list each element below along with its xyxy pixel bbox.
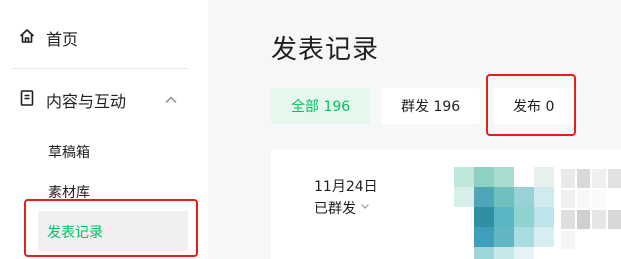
chevron-up-icon[interactable] [162,91,180,113]
sidebar-group-content[interactable]: 内容与互动 [18,87,184,113]
record-status-label: 已群发 [314,201,356,217]
sidebar-item-materials[interactable]: 素材库 [48,182,90,202]
tab-all[interactable]: 全部 196 [271,88,371,124]
record-status-dropdown[interactable]: 已群发 [314,198,371,218]
publish-record-card: 11月24日 已群发 [271,149,621,259]
chevron-down-icon [359,200,371,216]
tab-publish[interactable]: 发布 0 [493,88,575,124]
blurred-article-info [561,169,621,249]
document-icon [18,89,36,111]
sidebar-divider [12,68,188,69]
record-date: 11月24日 [314,179,378,195]
sidebar: 首页 内容与互动 草稿箱 素材库 发表记录 [0,0,208,259]
tab-group-send[interactable]: 群发 196 [381,88,481,124]
sidebar-group-label: 内容与互动 [46,92,127,111]
home-icon [18,27,36,49]
sidebar-item-drafts[interactable]: 草稿箱 [48,142,90,162]
sidebar-item-home[interactable]: 首页 [18,25,78,51]
page-title: 发表记录 [271,35,380,65]
sidebar-item-label: 发表记录 [47,225,103,241]
sidebar-item-label: 首页 [46,30,79,49]
sidebar-item-publish-records[interactable]: 发表记录 [38,211,188,251]
article-thumbnail[interactable] [454,167,554,259]
